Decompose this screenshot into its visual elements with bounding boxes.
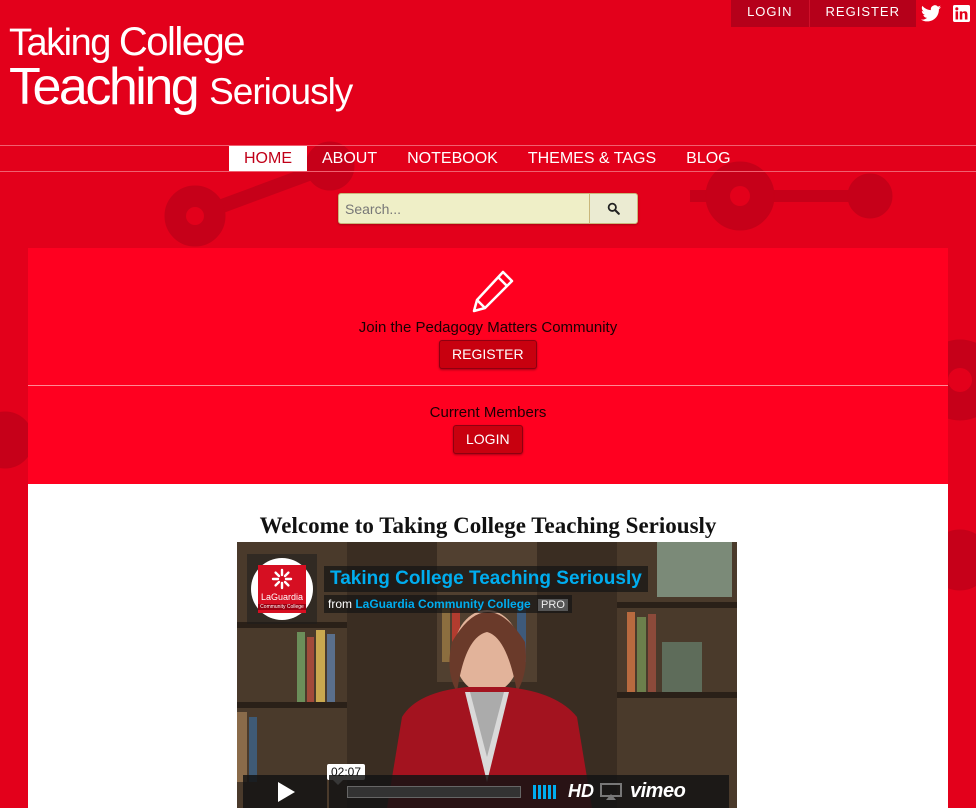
video-player[interactable]: LaGuardia Community College Taking Colle… xyxy=(237,542,737,808)
channel-link[interactable]: LaGuardia Community College xyxy=(355,597,530,611)
pencil-icon xyxy=(472,270,514,313)
video-titles: Taking College Teaching Seriously from L… xyxy=(324,565,648,613)
vimeo-logo[interactable]: vimeo xyxy=(630,780,686,803)
site-logo[interactable]: Taking College Teaching Seriously xyxy=(9,20,353,118)
main-nav: HOME ABOUT NOTEBOOK THEMES & TAGS BLOG xyxy=(229,146,746,171)
video-progress-bar[interactable] xyxy=(347,785,521,798)
search-input[interactable] xyxy=(339,194,589,223)
search-button[interactable] xyxy=(589,194,637,223)
video-title[interactable]: Taking College Teaching Seriously xyxy=(324,565,648,592)
channel-logo: LaGuardia Community College xyxy=(251,558,313,620)
join-community-text: Join the Pedagogy Matters Community xyxy=(358,319,618,336)
laguardia-logo: LaGuardia Community College xyxy=(258,565,306,613)
top-login-link[interactable]: LOGIN xyxy=(731,0,809,27)
logo-word-teaching: Teaching xyxy=(9,58,200,116)
hd-toggle[interactable]: HD xyxy=(568,781,594,802)
logo-word-seriously: Seriously xyxy=(209,71,353,112)
video-header: LaGuardia Community College Taking Colle… xyxy=(247,552,652,626)
login-button[interactable]: LOGIN xyxy=(453,425,523,454)
panel-divider xyxy=(28,385,948,386)
current-members-text: Current Members xyxy=(429,404,547,421)
top-register-link[interactable]: REGISTER xyxy=(808,0,916,27)
search-bar xyxy=(338,193,638,224)
channel-avatar[interactable]: LaGuardia Community College xyxy=(247,554,317,624)
nav-item-home[interactable]: HOME xyxy=(229,146,307,171)
register-button[interactable]: REGISTER xyxy=(439,340,537,369)
video-byline: from LaGuardia Community College PRO xyxy=(324,594,572,613)
page-title: Welcome to Taking College Teaching Serio… xyxy=(259,513,717,538)
search-icon xyxy=(607,202,620,215)
logo-line-2: Teaching Seriously xyxy=(9,58,353,118)
byline-prefix: from xyxy=(328,596,352,611)
twitter-icon[interactable] xyxy=(916,0,946,27)
video-controls: HD vimeo xyxy=(329,775,729,808)
logo-subtext: Community College xyxy=(258,604,306,610)
nav-item-themes-tags[interactable]: THEMES & TAGS xyxy=(513,146,671,171)
logo-text: LaGuardia xyxy=(260,592,304,602)
volume-icon[interactable] xyxy=(533,784,556,799)
top-bar: LOGIN REGISTER xyxy=(731,0,976,27)
starburst-icon xyxy=(271,568,293,590)
play-button[interactable] xyxy=(243,775,327,808)
nav-item-notebook[interactable]: NOTEBOOK xyxy=(392,146,513,171)
linkedin-icon[interactable] xyxy=(946,0,976,27)
nav-divider-bottom xyxy=(0,171,976,172)
pro-badge: PRO xyxy=(538,598,568,611)
nav-item-blog[interactable]: BLOG xyxy=(671,146,745,171)
airplay-icon[interactable] xyxy=(600,782,622,801)
play-icon xyxy=(278,781,295,802)
nav-item-about[interactable]: ABOUT xyxy=(307,146,392,171)
